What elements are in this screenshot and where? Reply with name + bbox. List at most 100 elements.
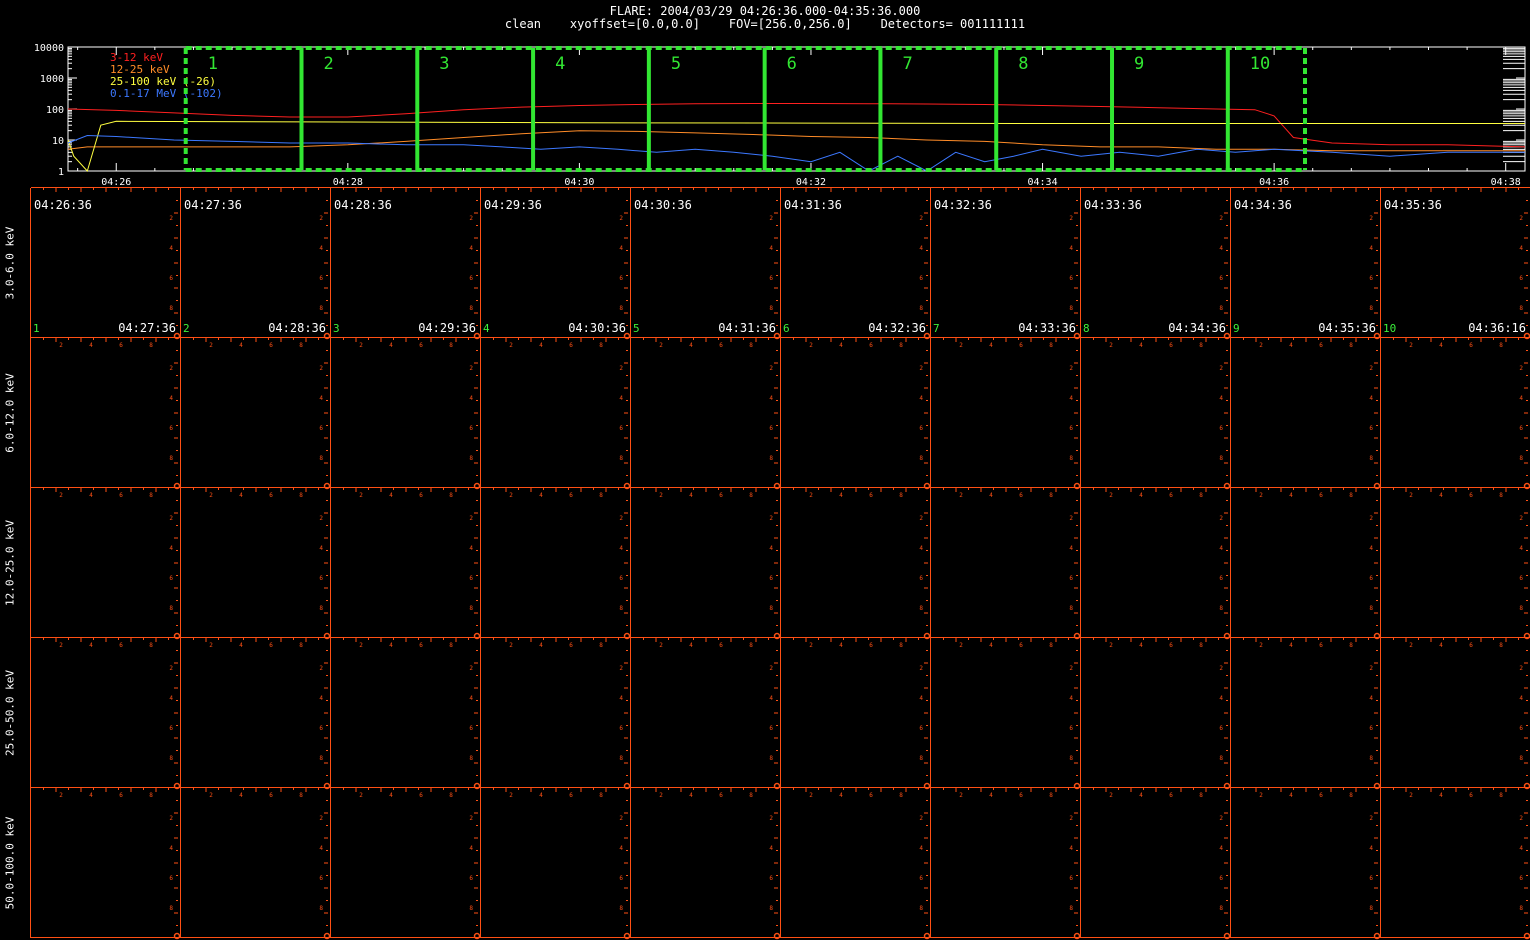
panel-y-tick-label: 6 [919,575,923,582]
panel-origin-mark [1373,932,1381,940]
panel-y-tick-label: 6 [619,575,623,582]
panel-end-time: 04:32:36 [868,321,926,335]
panel-origin-mark [923,932,931,940]
panel-y-tick-label: 4 [919,545,923,552]
panel-y-tick-label: 6 [1219,575,1223,582]
panel-y-tick-label: 4 [1069,695,1073,702]
panel-x-tick-label: 4 [389,792,393,799]
panel-start-time: 04:31:36 [784,198,842,212]
panel-x-tick-label: 6 [269,342,273,349]
panel-x-tick-label: 6 [119,492,123,499]
panel-x-tick-label: 2 [659,342,663,349]
panel-x-tick-label: 2 [1259,342,1263,349]
panel-start-time: 04:35:36 [1384,198,1442,212]
panel-y-tick-label: 8 [469,755,473,762]
panel-x-tick-label: 8 [599,642,603,649]
panel-y-tick-label: 2 [1519,815,1523,822]
panel-y-tick-label: 6 [1369,425,1373,432]
panel-y-tick-label: 4 [1069,845,1073,852]
panel-index: 5 [633,322,640,335]
panel-x-tick-label: 2 [209,342,213,349]
panel-origin-mark [1073,932,1081,940]
image-grid-axes: 2 4 6 8 2 4 6 8 2 4 6 8 2 4 6 8 2 4 6 8 2 4 6 8 2 4 6 8 2 4 6 8 2 4 6 8 2 4 6 8… [30,187,1530,940]
panel-y-tick-label: 8 [1069,905,1073,912]
panel-y-tick-label: 2 [319,365,323,372]
panel-y-tick-label: 2 [469,815,473,822]
panel-x-tick-label: 4 [239,492,243,499]
panel-x-tick-label: 4 [1139,792,1143,799]
panel-y-tick-label: 8 [1519,905,1523,912]
panel-y-tick-label: 6 [1369,725,1373,732]
panel-y-tick-label: 2 [919,515,923,522]
panel-origin-mark [923,782,931,790]
panel-y-tick-label: 4 [619,695,623,702]
panel-y-tick-label: 2 [319,815,323,822]
panel-x-tick-label: 2 [1259,642,1263,649]
panel-x-tick-label: 4 [689,792,693,799]
panel-y-tick-label: 4 [1519,545,1523,552]
panel-x-tick-label: 2 [509,492,513,499]
panel-x-tick-label: 4 [1139,492,1143,499]
panel-x-tick-label: 6 [1469,792,1473,799]
panel-y-tick-label: 8 [1369,755,1373,762]
panel-y-tick-label: 2 [469,515,473,522]
panel-x-tick-label: 8 [1499,792,1503,799]
panel-x-tick-label: 4 [539,642,543,649]
panel-x-tick-label: 8 [149,792,153,799]
panel-x-tick-label: 4 [689,342,693,349]
panel-x-tick-label: 4 [839,492,843,499]
panel-origin-mark [623,932,631,940]
panel-y-tick-label: 6 [469,425,473,432]
panel-x-tick-label: 4 [89,642,93,649]
panel-x-tick-label: 6 [1019,492,1023,499]
panel-origin-mark [1373,482,1381,490]
time-panel: 04:28:36 3 04:29:36 [331,188,481,338]
time-panel: 04:29:36 4 04:30:36 [481,188,631,338]
panel-origin-mark [1223,632,1231,640]
panel-x-tick-label: 2 [1259,492,1263,499]
panel-y-tick-label: 4 [469,545,473,552]
panel-x-tick-label: 6 [1469,342,1473,349]
panel-y-tick-label: 8 [1519,605,1523,612]
panel-x-tick-label: 8 [1499,492,1503,499]
panel-x-tick-label: 4 [239,342,243,349]
panel-y-tick-label: 6 [1069,425,1073,432]
panel-y-tick-label: 2 [1219,515,1223,522]
panel-y-tick-label: 4 [769,395,773,402]
panel-y-tick-label: 8 [619,455,623,462]
panel-x-tick-label: 4 [1289,792,1293,799]
panel-y-tick-label: 2 [919,365,923,372]
panel-y-tick-label: 2 [169,815,173,822]
panel-y-tick-label: 8 [919,455,923,462]
panel-y-tick-label: 6 [769,725,773,732]
panel-x-tick-label: 6 [569,642,573,649]
panel-x-tick-label: 4 [989,792,993,799]
panel-y-tick-label: 2 [769,665,773,672]
panel-x-tick-label: 6 [269,792,273,799]
panel-y-tick-label: 4 [169,395,173,402]
panel-y-tick-label: 4 [1219,695,1223,702]
panel-origin-mark [323,482,331,490]
panel-x-tick-label: 6 [719,792,723,799]
panel-y-tick-label: 4 [1369,395,1373,402]
panel-y-tick-label: 2 [1519,665,1523,672]
panel-y-tick-label: 8 [1369,905,1373,912]
panel-x-tick-label: 2 [1109,492,1113,499]
panel-y-tick-label: 2 [319,515,323,522]
panel-y-tick-label: 4 [469,695,473,702]
panel-origin-mark [1523,482,1530,490]
panel-y-tick-label: 4 [1519,395,1523,402]
panel-x-tick-label: 4 [539,342,543,349]
panel-x-tick-label: 8 [299,642,303,649]
panel-x-tick-label: 4 [389,642,393,649]
panel-x-tick-label: 8 [299,792,303,799]
panel-y-tick-label: 2 [619,365,623,372]
panel-y-tick-label: 2 [469,365,473,372]
panel-x-tick-label: 2 [959,792,963,799]
panel-y-tick-label: 6 [469,725,473,732]
panel-index: 8 [1083,322,1090,335]
panel-x-tick-label: 2 [1409,492,1413,499]
panel-y-tick-label: 2 [319,665,323,672]
panel-y-tick-label: 4 [1069,545,1073,552]
panel-x-tick-label: 4 [1289,492,1293,499]
